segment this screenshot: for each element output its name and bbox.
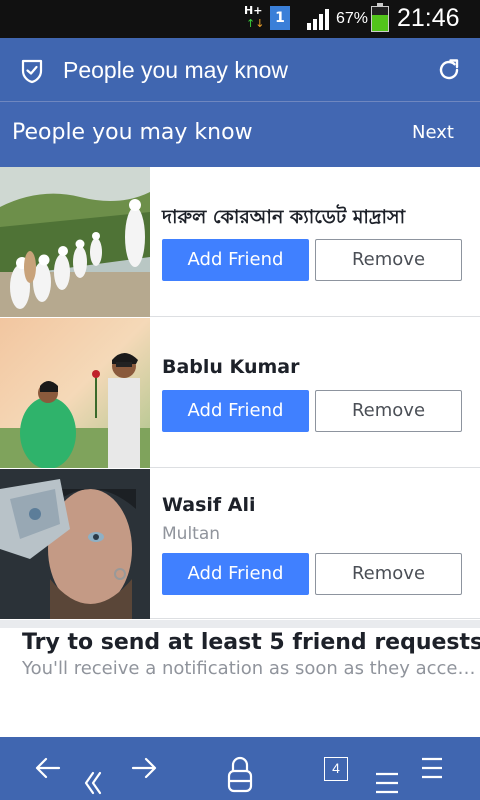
lock-icon[interactable]	[226, 754, 254, 794]
browser-page-title: People you may know	[63, 57, 289, 83]
shield-icon[interactable]	[20, 58, 44, 84]
remove-button[interactable]: Remove	[315, 553, 462, 595]
status-bar: H+ ↑↓ 1 67% 21:46	[0, 0, 480, 38]
info-subtitle: You'll receive a notification as soon as…	[22, 658, 478, 679]
add-friend-button[interactable]: Add Friend	[162, 239, 309, 281]
sim-icon: 1	[270, 6, 290, 30]
person-location: Multan	[162, 524, 221, 544]
add-friend-button[interactable]: Add Friend	[162, 390, 309, 432]
tabs-button[interactable]: 4	[324, 757, 348, 781]
forward-arrow-icon[interactable]	[130, 756, 158, 780]
signal-icon	[307, 9, 329, 30]
remove-button[interactable]: Remove	[315, 239, 462, 281]
double-chevron-left-icon[interactable]	[82, 770, 104, 796]
battery-percentage: 67%	[336, 10, 369, 27]
tabs-icon[interactable]	[374, 770, 400, 796]
battery-icon	[371, 3, 389, 32]
person-name[interactable]: Wasif Ali	[162, 494, 256, 516]
page-title: People you may know	[12, 120, 253, 145]
info-title: Try to send at least 5 friend requests	[22, 630, 480, 655]
list-item: Wasif Ali Multan Add Friend Remove	[0, 469, 480, 619]
next-button[interactable]: Next	[412, 120, 454, 146]
list-item: দারুল কোরআন ক্যাডেট মাদ্রাসা Add Friend …	[0, 167, 480, 317]
clock: 21:46	[397, 4, 460, 32]
add-friend-button[interactable]: Add Friend	[162, 553, 309, 595]
person-name[interactable]: দারুল কোরআন ক্যাডেট মাদ্রাসা	[162, 203, 405, 235]
section-divider	[0, 620, 480, 628]
remove-button[interactable]: Remove	[315, 390, 462, 432]
list-item: Bablu Kumar Add Friend Remove	[0, 318, 480, 468]
menu-icon[interactable]	[420, 756, 444, 780]
profile-photo[interactable]	[0, 318, 150, 468]
network-type-icon: H+ ↑↓	[244, 4, 265, 30]
profile-photo[interactable]	[0, 469, 150, 619]
refresh-icon[interactable]	[436, 57, 462, 83]
person-name[interactable]: Bablu Kumar	[162, 356, 299, 378]
back-arrow-icon[interactable]	[34, 756, 62, 780]
profile-photo[interactable]	[0, 167, 150, 317]
